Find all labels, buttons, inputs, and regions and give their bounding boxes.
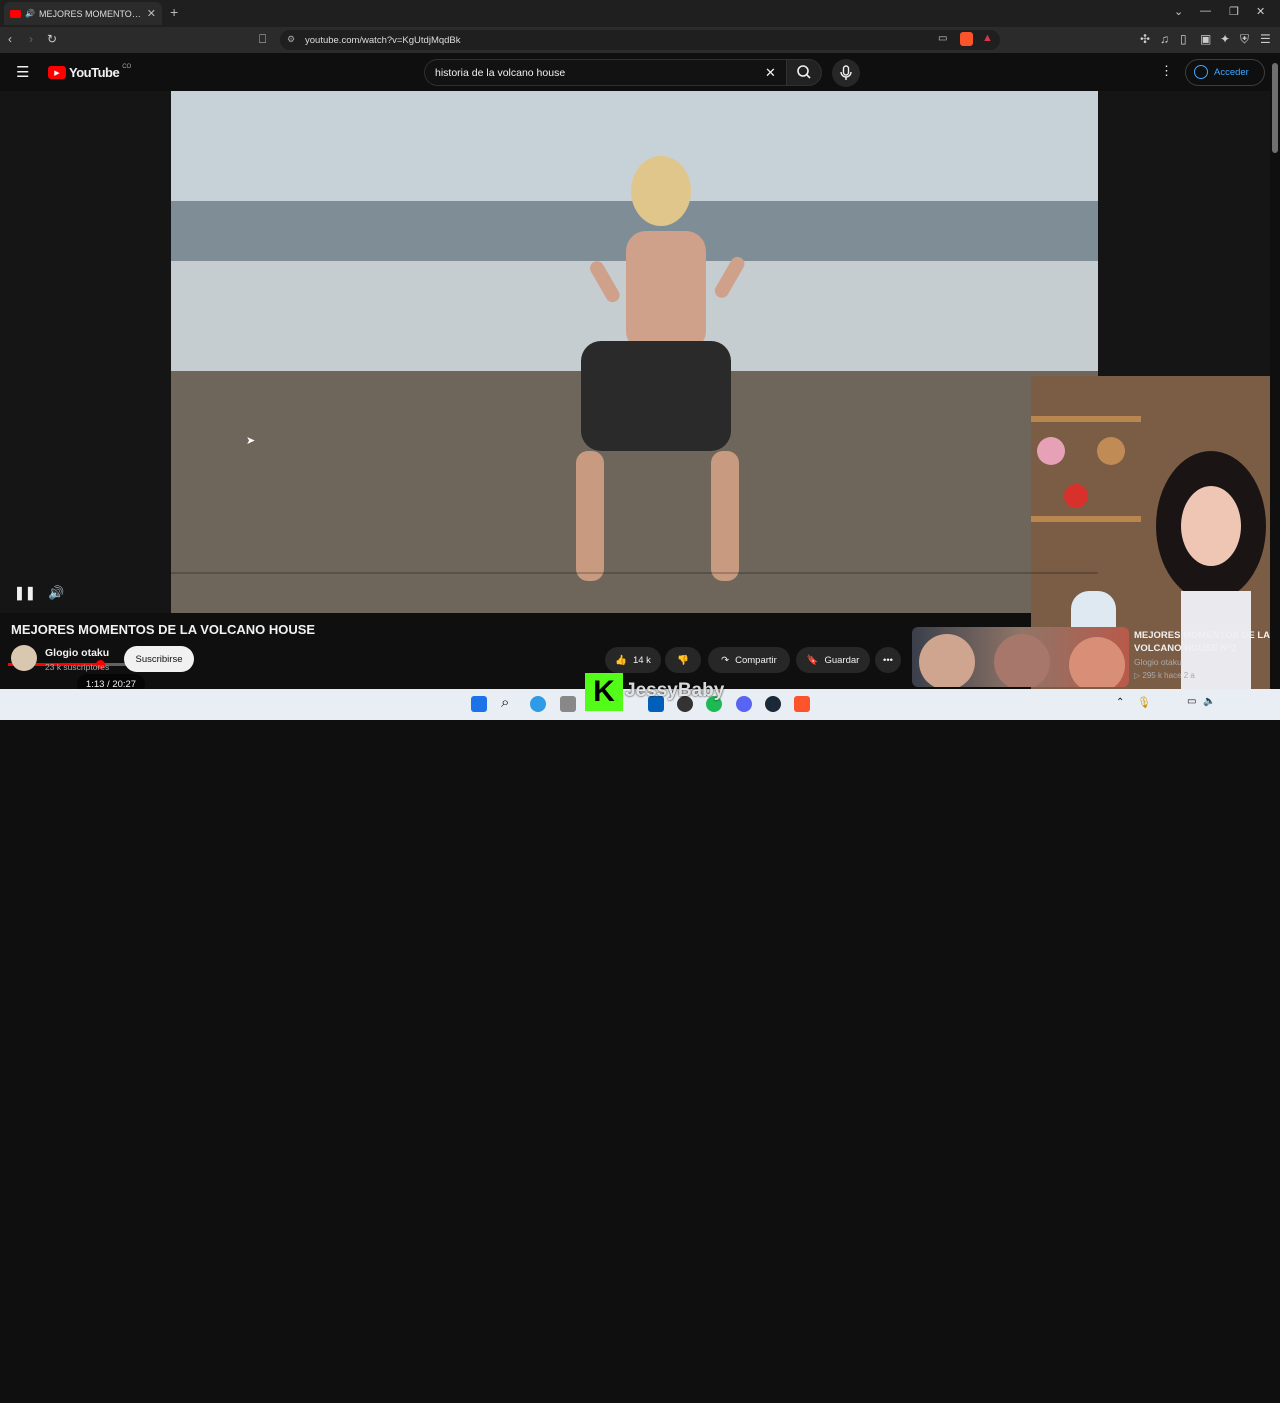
related-video-meta: ▷ 295 k hace 2 a <box>1134 671 1195 680</box>
channel-name[interactable]: Glogio otaku <box>45 647 109 659</box>
window-close-icon[interactable]: ✕ <box>1256 5 1265 18</box>
vpn-shield-icon[interactable]: ⛨ <box>1240 32 1249 47</box>
minimize-icon[interactable]: — <box>1200 5 1211 17</box>
youtube-play-logo-icon: ▶ <box>48 66 66 79</box>
subscriber-count: 23 k suscriptores <box>45 662 110 672</box>
language-indicator[interactable]: ESP LAA <box>1160 1383 1175 1403</box>
more-options-icon[interactable]: ⋮ <box>1160 63 1173 79</box>
thumbs-down-icon: 👎 <box>677 654 689 666</box>
kick-logo-icon: K <box>585 673 623 711</box>
speaker-icon[interactable]: 🔈 <box>1203 696 1215 707</box>
subscribe-button[interactable]: Suscribirse <box>124 646 194 672</box>
keyboard-layout: LAA <box>1160 1393 1175 1402</box>
maximize-icon[interactable]: ❐ <box>1229 5 1239 18</box>
tab-close-icon[interactable]: ✕ <box>147 7 156 20</box>
account-icon <box>1194 65 1208 79</box>
microphone-icon <box>840 65 852 80</box>
youtube-logo-text: YouTube <box>69 65 120 80</box>
discord-icon[interactable] <box>736 696 752 712</box>
tray-expand-icon[interactable]: ⌃ <box>1116 697 1124 708</box>
browser-tab[interactable]: 🔊 MEJORES MOMENTOS DE LA ✕ <box>4 2 162 25</box>
search-query: historia de la volcano house <box>435 66 566 79</box>
reload-icon[interactable]: ↻ <box>47 32 57 46</box>
video-player[interactable]: ➤ ❚❚ 🔊 1:13 / 20:27 <box>0 91 1280 694</box>
clock-date: 29/08/2026 <box>1228 1393 1266 1402</box>
brave-taskbar-icon[interactable] <box>794 696 810 712</box>
search-button[interactable] <box>786 59 822 86</box>
leo-ai-icon[interactable]: ✦ <box>1220 32 1230 46</box>
edge-icon[interactable] <box>530 696 546 712</box>
streamer-name: JessyBaby <box>625 680 725 701</box>
save-icon: 🔖 <box>806 654 819 666</box>
more-horizontal-icon: ••• <box>883 654 893 666</box>
clock[interactable]: 8:59 p. m. 29/08/2026 <box>1228 1383 1266 1403</box>
youtube-favicon-icon <box>10 9 21 18</box>
new-tab-button[interactable]: + <box>170 4 178 20</box>
thumbs-up-icon: 👍 <box>615 654 627 666</box>
signin-button[interactable]: Acceder <box>1185 59 1265 86</box>
bookmark-icon[interactable]: ⎕ <box>259 32 266 47</box>
brave-shields-icon[interactable] <box>960 32 973 46</box>
video-title: MEJORES MOMENTOS DE LA VOLCANO HOUSE <box>11 622 316 637</box>
browser-nav-bar: ‹ › ↻ ⎕ ⚙ youtube.com/watch?v=KgUtdjMqdB… <box>0 27 1280 53</box>
dislike-button[interactable]: 👎 <box>665 647 701 673</box>
steam-icon[interactable] <box>765 696 781 712</box>
share-label: Compartir <box>735 654 777 666</box>
page-scrollbar[interactable] <box>1270 53 1280 689</box>
url-text: youtube.com/watch?v=KgUtdjMqdBk <box>305 34 461 46</box>
youtube-header: ☰ ▶ YouTube CO historia de la volcano ho… <box>0 53 1280 91</box>
more-actions-button[interactable]: ••• <box>875 647 901 673</box>
channel-avatar[interactable] <box>11 645 37 671</box>
tray-mic-icon[interactable]: 🎙 <box>1137 696 1151 709</box>
save-label: Guardar <box>824 654 860 666</box>
search-taskbar-icon[interactable]: ⌕ <box>501 694 509 711</box>
forward-icon[interactable]: › <box>29 32 33 46</box>
voice-search-button[interactable] <box>832 59 860 87</box>
wallet-icon[interactable]: ▣ <box>1200 32 1211 46</box>
video-progress-shadow <box>171 572 1098 574</box>
related-video-thumbnail[interactable] <box>912 627 1129 687</box>
browser-tab-bar: 🔊 MEJORES MOMENTOS DE LA ✕ + ⌄ — ❐ ✕ <box>0 0 1280 27</box>
share-button[interactable]: ↷ Compartir <box>708 647 790 673</box>
video-frame[interactable] <box>171 91 1098 613</box>
mouse-cursor-icon: ➤ <box>246 435 256 447</box>
search-input[interactable]: historia de la volcano house ✕ <box>424 59 786 86</box>
save-button[interactable]: 🔖 Guardar <box>796 647 870 673</box>
windows-start-icon[interactable] <box>471 696 487 712</box>
like-button[interactable]: 👍 14 k <box>605 647 661 673</box>
browser-menu-icon[interactable]: ☰ <box>1260 32 1271 46</box>
youtube-logo[interactable]: ▶ YouTube CO <box>48 63 132 80</box>
sidebar-icon[interactable]: ▯ <box>1180 32 1187 46</box>
app-icon[interactable] <box>560 696 576 712</box>
address-bar[interactable]: ⚙ youtube.com/watch?v=KgUtdjMqdBk ▭ ▲ <box>280 30 1000 50</box>
related-video-title[interactable]: MEJORES MOMENTOS DE LA VOLCANO HOUSE N°2 <box>1134 629 1274 655</box>
search-icon <box>797 65 811 79</box>
audio-playing-icon: 🔊 <box>25 9 35 18</box>
back-icon[interactable]: ‹ <box>8 32 12 46</box>
tab-search-icon[interactable]: ⌄ <box>1174 5 1183 18</box>
network-icon[interactable]: ▭ <box>1187 696 1196 707</box>
signin-label: Acceder <box>1214 67 1249 78</box>
extensions-icon[interactable]: ✣ <box>1140 32 1150 46</box>
language-code: ESP <box>1160 1383 1176 1392</box>
media-icon[interactable]: ♫ <box>1160 32 1169 46</box>
share-icon: ↷ <box>721 654 730 666</box>
clock-time: 8:59 p. m. <box>1232 1383 1266 1392</box>
tab-title: MEJORES MOMENTOS DE LA <box>38 8 143 19</box>
volume-icon[interactable]: 🔊 <box>48 585 64 601</box>
video-scene-image <box>171 91 1098 613</box>
pause-icon[interactable]: ❚❚ <box>14 585 36 601</box>
brave-rewards-icon[interactable]: ▲ <box>982 32 993 44</box>
cast-icon[interactable]: ▭ <box>938 33 947 44</box>
site-info-icon[interactable]: ⚙ <box>287 34 295 45</box>
related-thumbnail-image <box>919 634 1125 687</box>
clear-search-icon[interactable]: ✕ <box>765 65 776 81</box>
related-video-channel[interactable]: Glogio otaku <box>1134 657 1182 667</box>
scrollbar-thumb[interactable] <box>1272 63 1278 153</box>
hamburger-menu-icon[interactable]: ☰ <box>16 63 29 81</box>
time-text: 1:13 / 20:27 <box>85 678 137 690</box>
like-count: 14 k <box>632 654 651 666</box>
country-code: CO <box>122 63 132 70</box>
